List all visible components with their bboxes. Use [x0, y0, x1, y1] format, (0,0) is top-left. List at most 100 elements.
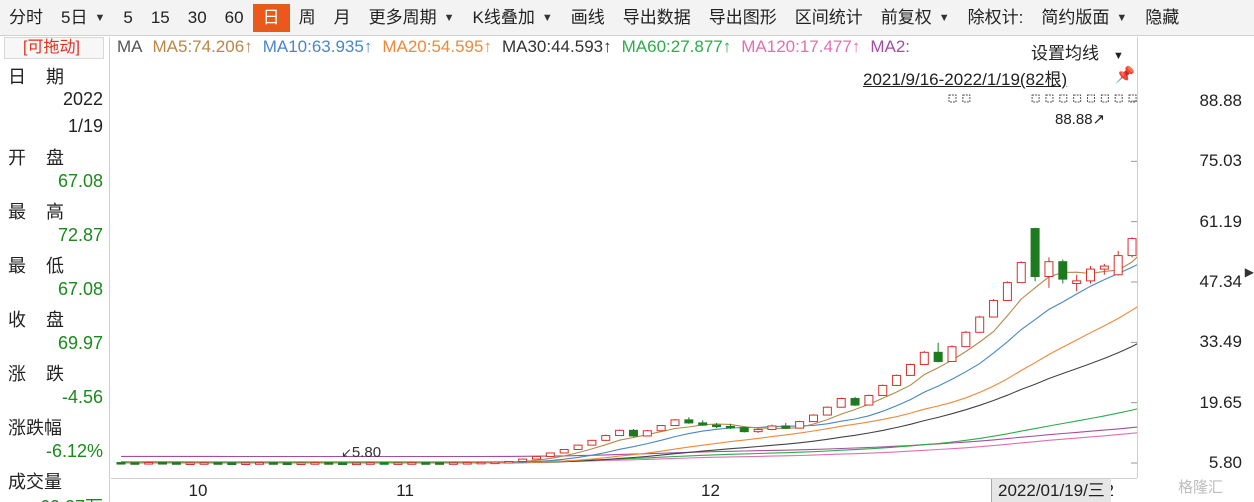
candle [379, 462, 389, 465]
period-item[interactable]: 15 [142, 4, 179, 32]
period-item[interactable]: 导出数据 [614, 4, 700, 32]
period-item[interactable]: 导出图形 [700, 4, 786, 32]
kline-chart-canvas[interactable] [111, 37, 1137, 478]
period-toolbar: 分时 5日 ▼ 5 15 30 60 日周月更多周期 ▼ K线叠加 ▼ 画线 导出数据 导出图形 区间统计前… [0, 0, 1254, 36]
candle [919, 351, 929, 366]
open-label: 开盘 [8, 148, 84, 168]
candle [684, 417, 694, 424]
period-item[interactable]: 前复权 ▼ [872, 4, 959, 32]
low-value: 67.08 [57, 279, 103, 299]
candle [241, 462, 251, 465]
candle-body [351, 462, 361, 466]
period-item[interactable]: 简约版面 ▼ [1032, 4, 1136, 32]
period-item-label: 分时 [9, 7, 43, 27]
period-item-label: 15 [150, 7, 170, 27]
period-item[interactable]: 分时 [0, 4, 52, 32]
kline-chart[interactable]: MA MA5:74.206↑ MA10:63.935↑ MA20:54.595↑ MA3… [111, 37, 1137, 478]
candle [407, 462, 417, 465]
candle [351, 462, 361, 466]
ma-legend: MA MA5:74.206↑ MA10:63.935↑ MA20:54.595↑ MA3… [117, 37, 910, 57]
period-item-label: 30 [187, 7, 207, 27]
candle-body [435, 462, 445, 465]
period-item[interactable]: 隐藏 [1136, 4, 1188, 32]
open-value: 67.08 [57, 171, 103, 191]
ma-line-60 [120, 408, 1137, 463]
candle-body [476, 461, 486, 465]
period-item[interactable]: 画线 [562, 4, 614, 32]
change-value: -4.56 [61, 387, 103, 407]
period-item[interactable]: 日 [252, 3, 290, 32]
period-item[interactable]: 月 [325, 4, 360, 32]
candle-body [725, 425, 735, 429]
candle-body [712, 424, 722, 428]
candle-body [448, 462, 458, 465]
period-item[interactable]: 5日 ▼ [52, 4, 114, 32]
candle [365, 462, 375, 465]
date-year: 2022 [62, 89, 103, 109]
candle-body [490, 461, 500, 465]
candle-body [365, 462, 375, 465]
candle-body [393, 462, 403, 465]
period-item[interactable]: 5 [114, 4, 141, 32]
ma-settings-button[interactable]: 设置均线 ▼ [1031, 39, 1124, 64]
candle [1044, 257, 1054, 288]
candle-body [1058, 261, 1068, 280]
candle [490, 461, 500, 465]
candle [227, 462, 237, 465]
watermark-logo: 格隆汇 [1178, 479, 1224, 496]
pin-icon[interactable]: 📌 [1115, 65, 1135, 85]
candle-body [822, 406, 832, 416]
period-item-label: 前复权 [880, 7, 932, 27]
ma-line-10 [120, 264, 1137, 464]
period-item[interactable]: 除权计: [959, 4, 1033, 32]
candle-body [836, 398, 846, 408]
candle [656, 425, 666, 432]
candle [1016, 261, 1026, 284]
period-item-label: 区间统计 [794, 7, 863, 27]
price-tick-label: 33.49 [1199, 332, 1242, 352]
candle [809, 414, 818, 423]
candle-body [850, 398, 860, 406]
ma-legend-item: MA5:74.206↑ [152, 37, 253, 56]
period-item[interactable]: K线叠加 ▼ [463, 4, 561, 32]
candle-body [961, 331, 971, 348]
candle [850, 396, 860, 406]
period-item-label: 画线 [570, 7, 605, 27]
candle-body [947, 346, 957, 362]
candle-body [421, 462, 431, 465]
candle [989, 299, 999, 318]
min-price-annotation: ↙5.80 [341, 444, 382, 461]
candle-body [158, 462, 168, 465]
date-range-link[interactable]: 2021/9/16-2022/1/19(82根) [863, 65, 1067, 90]
period-item[interactable]: 区间统计 [786, 4, 872, 32]
candle-body [545, 452, 555, 457]
candle [1099, 263, 1109, 275]
candle-body [1044, 261, 1054, 278]
candle [324, 462, 334, 465]
cursor-date-label: 2022/01/19/三 [991, 479, 1111, 502]
candle [1113, 250, 1123, 276]
candle-body [559, 448, 569, 454]
period-item-label: 导出图形 [708, 7, 777, 27]
candle-body [1016, 262, 1026, 284]
high-value: 72.87 [57, 225, 103, 245]
low-label: 最低 [8, 256, 84, 276]
candle-body [268, 462, 278, 465]
ma-legend-item: MA2: [870, 37, 911, 56]
candle-body [199, 462, 209, 465]
period-item[interactable]: 更多周期 ▼ [360, 4, 464, 32]
event-marker [1045, 94, 1054, 103]
expand-right-icon[interactable]: ▶ [1245, 265, 1254, 279]
period-item-label: 除权计: [967, 7, 1024, 27]
period-item[interactable]: 周 [290, 4, 325, 32]
pct-change-label: 涨跌幅 [8, 418, 62, 438]
candle [518, 458, 528, 462]
close-value: 69.97 [57, 333, 103, 353]
period-item[interactable]: 60 [216, 4, 253, 32]
candle-body [795, 421, 805, 429]
period-item[interactable]: 30 [179, 4, 216, 32]
drag-handle[interactable]: [可拖动] [4, 37, 104, 59]
candle [864, 394, 874, 406]
candle [185, 462, 195, 465]
candle [642, 429, 652, 437]
